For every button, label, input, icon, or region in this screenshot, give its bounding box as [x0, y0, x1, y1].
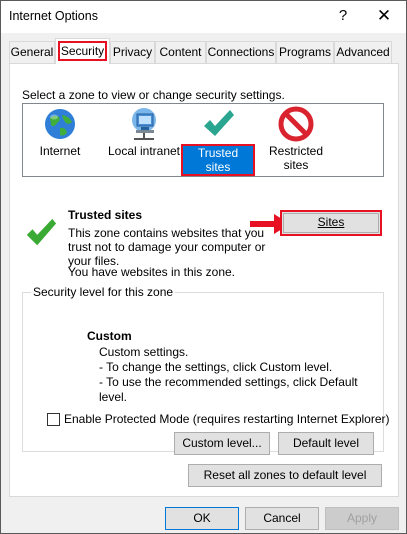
- sites-button-text: Sites: [317, 215, 345, 229]
- custom-desc-line3: - To use the recommended settings, click…: [99, 375, 358, 404]
- tab-security[interactable]: Security: [55, 38, 110, 64]
- zone-instruction: Select a zone to view or change security…: [22, 88, 285, 102]
- zone-restricted-sites-label: Restricted sites: [259, 144, 333, 172]
- zone-desc-line2: trust not to damage your computer or: [68, 240, 266, 254]
- custom-desc-line2: - To change the settings, click Custom l…: [99, 360, 333, 374]
- title-bar: Internet Options ? ✕: [1, 1, 406, 33]
- default-level-button[interactable]: Default level: [278, 432, 374, 455]
- zone-desc-line1: This zone contains websites that you: [68, 226, 265, 240]
- apply-button[interactable]: Apply: [325, 507, 399, 530]
- tab-content[interactable]: Content: [155, 41, 206, 63]
- reset-all-zones-button[interactable]: Reset all zones to default level: [188, 464, 382, 487]
- custom-level-button[interactable]: Custom level...: [174, 432, 270, 455]
- zone-title: Trusted sites: [68, 208, 143, 222]
- dialog-client: General Security Privacy Content Connect…: [1, 33, 406, 533]
- sites-button[interactable]: Sites: [280, 210, 382, 236]
- trusted-sites-check-icon: [26, 218, 57, 246]
- globe-icon: [45, 109, 75, 139]
- custom-description: Custom settings. - To change the setting…: [99, 345, 383, 405]
- zone-trusted-sites-text: Trusted sites: [183, 146, 253, 174]
- tab-programs[interactable]: Programs: [276, 41, 334, 63]
- zone-description: This zone contains websites that you tru…: [68, 226, 268, 268]
- custom-desc-line1: Custom settings.: [99, 345, 189, 359]
- protected-mode-label[interactable]: Enable Protected Mode (requires restarti…: [64, 412, 390, 426]
- close-button[interactable]: ✕: [371, 4, 397, 28]
- zone-restricted-line1: Restricted: [268, 144, 324, 158]
- zone-internet-label: Internet: [39, 144, 81, 158]
- internet-options-dialog: Internet Options ? ✕ General Security Pr…: [0, 0, 407, 534]
- zone-local-intranet-label: Local intranet: [107, 144, 181, 158]
- zone-trusted-sites-highlight: Trusted sites: [181, 144, 255, 176]
- security-level-group: Security level for this zone Custom Cust…: [22, 285, 384, 452]
- cancel-button[interactable]: Cancel: [245, 507, 319, 530]
- tab-privacy[interactable]: Privacy: [110, 41, 155, 63]
- protected-mode-checkbox[interactable]: [47, 413, 60, 426]
- sites-button-label: Sites: [283, 213, 379, 233]
- ok-button[interactable]: OK: [165, 507, 239, 530]
- security-tab-page: Select a zone to view or change security…: [9, 63, 399, 497]
- tab-security-label: Security: [58, 41, 107, 61]
- window-title: Internet Options: [9, 9, 98, 23]
- tab-connections[interactable]: Connections: [206, 41, 276, 63]
- zone-trusted-sites-label: Trusted sites: [181, 144, 255, 176]
- custom-title: Custom: [87, 329, 132, 343]
- no-entry-icon: [278, 106, 314, 142]
- tab-advanced[interactable]: Advanced: [334, 41, 392, 63]
- zone-list: Internet Local intranet Trusted sites Re…: [22, 103, 384, 177]
- network-computer-icon: [132, 108, 156, 140]
- security-level-label: Security level for this zone: [31, 285, 176, 299]
- help-button[interactable]: ?: [331, 4, 355, 28]
- checkmark-icon: [204, 110, 234, 136]
- zone-has-sites-text: You have websites in this zone.: [68, 265, 235, 279]
- tab-general[interactable]: General: [9, 41, 55, 63]
- zone-restricted-line2: sites: [283, 158, 309, 172]
